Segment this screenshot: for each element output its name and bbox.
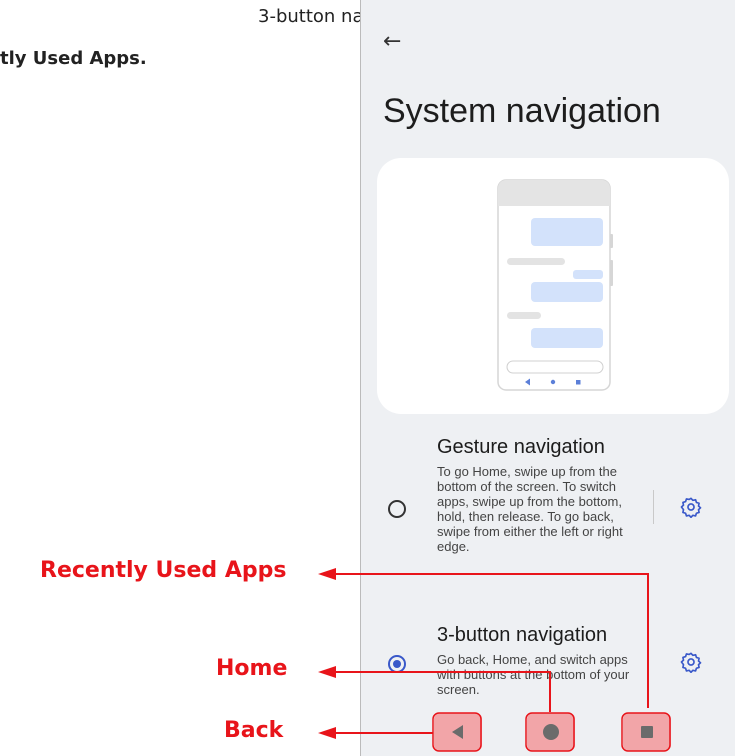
divider <box>653 490 654 524</box>
back-button[interactable] <box>434 713 482 751</box>
gear-icon[interactable] <box>680 651 702 673</box>
three-button-navigation-radio[interactable] <box>388 655 406 673</box>
system-navigation-bar <box>361 708 735 756</box>
three-button-navigation-title: 3-button navigation <box>437 624 608 646</box>
home-label: Home <box>216 656 288 681</box>
home-button[interactable] <box>527 713 575 751</box>
gesture-navigation-description: To go Home, swipe up from the bottom of … <box>437 464 623 554</box>
navigation-illustration <box>377 158 729 414</box>
intro-line-2: tly Used Apps. <box>0 48 147 69</box>
recents-button[interactable] <box>623 713 671 751</box>
arrow-left-icon[interactable]: ← <box>383 31 401 53</box>
gesture-navigation-option[interactable]: Gesture navigation To go Home, swipe up … <box>361 430 735 580</box>
recents-square-icon <box>641 726 653 738</box>
three-button-navigation-option[interactable]: 3-button navigation Go back, Home, and s… <box>361 618 735 698</box>
page-title: System navigation <box>383 92 661 130</box>
gear-icon[interactable] <box>680 496 702 518</box>
home-circle-icon <box>543 724 559 740</box>
phone-illustration-icon <box>497 179 613 391</box>
back-triangle-icon <box>452 725 463 739</box>
gesture-navigation-title: Gesture navigation <box>437 436 605 458</box>
back-label: Back <box>224 718 284 743</box>
top-app-bar: ← <box>361 0 735 72</box>
phone-screen: ← System navigation Gesture navigation T… <box>360 0 735 756</box>
three-button-navigation-description: Go back, Home, and switch apps with butt… <box>437 652 630 697</box>
gesture-navigation-radio[interactable] <box>388 500 406 518</box>
recently-used-apps-label: Recently Used Apps <box>40 558 287 583</box>
